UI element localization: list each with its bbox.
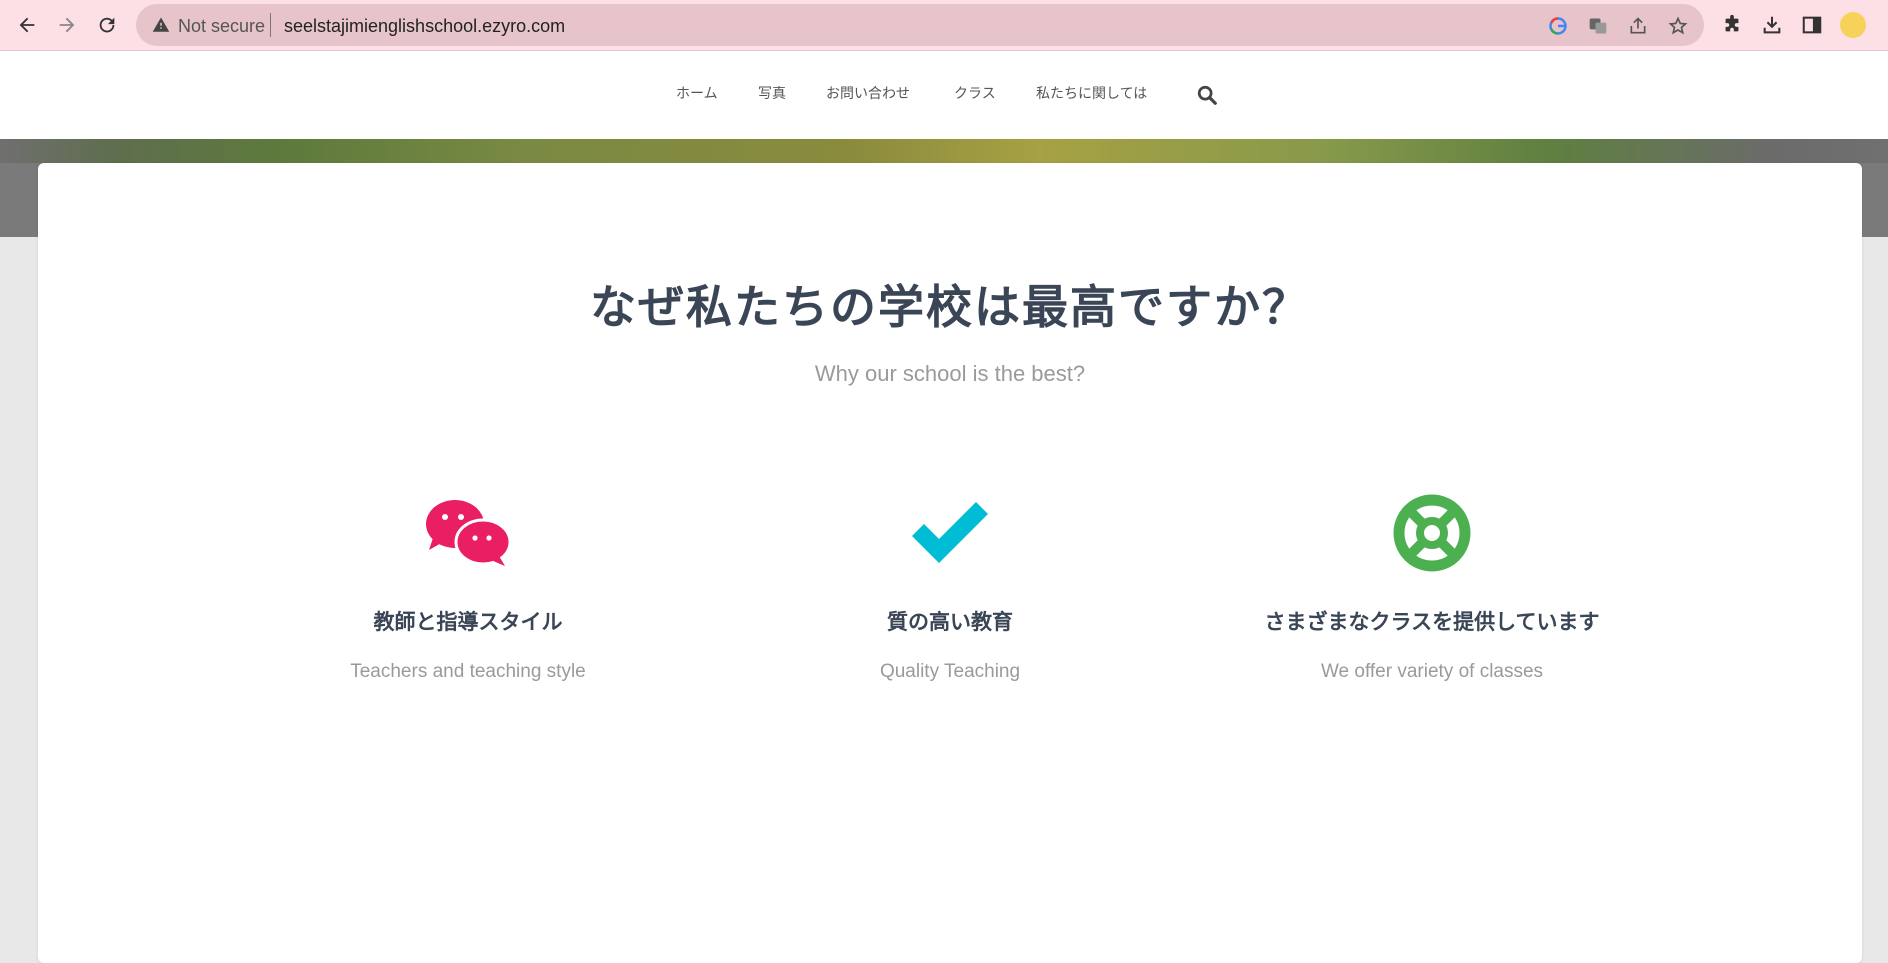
nav-item-about[interactable]: 私たちに関しては [1036,84,1147,104]
main-navigation: ホーム 写真 お問い合わせ クラス 私たちに関しては [0,51,1888,139]
arrow-right-icon [59,17,75,33]
warning-icon [152,16,170,38]
chat-bubbles-icon [228,493,708,573]
security-status[interactable]: Not secure [178,16,265,36]
search-icon [1197,85,1217,105]
url-text[interactable]: seelstajimienglishschool.ezyro.com [284,16,565,36]
bookmark-star-icon[interactable] [1666,14,1690,38]
features-card: なぜ私たちの学校は最高ですか？ Why our school is the be… [38,163,1862,963]
arrow-left-icon [19,17,35,33]
download-icon[interactable] [1760,13,1784,37]
feature-description: Teachers and teaching style [350,661,586,682]
profile-avatar[interactable] [1840,12,1866,38]
divider [270,13,271,37]
section-title: なぜ私たちの学校は最高ですか？ [590,280,1310,334]
extensions-puzzle-icon[interactable] [1720,13,1744,37]
site-header: ホーム 写真 お問い合わせ クラス 私たちに関しては [0,51,1888,139]
google-icon[interactable] [1546,14,1570,38]
feature-item: さまざまなクラスを提供しています We offer variety of cla… [1192,493,1672,685]
feature-item: 教師と指導スタイル Teachers and teaching style [228,493,708,685]
browser-toolbar: Not secure seelstajimienglishschool.ezyr… [0,0,1888,51]
feature-item: 質の高い教育 Quality Teaching [710,493,1190,685]
forward-button[interactable] [52,10,82,40]
back-button[interactable] [12,10,42,40]
reload-icon [99,17,115,33]
search-button[interactable] [1196,84,1218,110]
nav-item-classes[interactable]: クラス [954,84,996,104]
section-subtitle: Why our school is the best? [814,361,1086,386]
nav-item-photos[interactable]: 写真 [758,84,786,104]
feature-description: Quality Teaching [879,661,1021,682]
side-panel-icon[interactable] [1800,13,1824,37]
checkmark-icon [710,493,1190,573]
translate-icon[interactable] [1586,14,1610,38]
nav-item-contact[interactable]: お問い合わせ [826,84,910,104]
feature-description: We offer variety of classes [1320,661,1544,682]
feature-title: 質の高い教育 [887,610,1013,634]
reload-button[interactable] [92,10,122,40]
feature-title: 教師と指導スタイル [373,610,563,634]
address-bar[interactable]: Not secure seelstajimienglishschool.ezyr… [136,4,1704,46]
feature-title: さまざまなクラスを提供しています [1264,610,1600,634]
lifebuoy-icon [1192,493,1672,573]
share-icon[interactable] [1626,14,1650,38]
nav-item-home[interactable]: ホーム [676,84,718,104]
